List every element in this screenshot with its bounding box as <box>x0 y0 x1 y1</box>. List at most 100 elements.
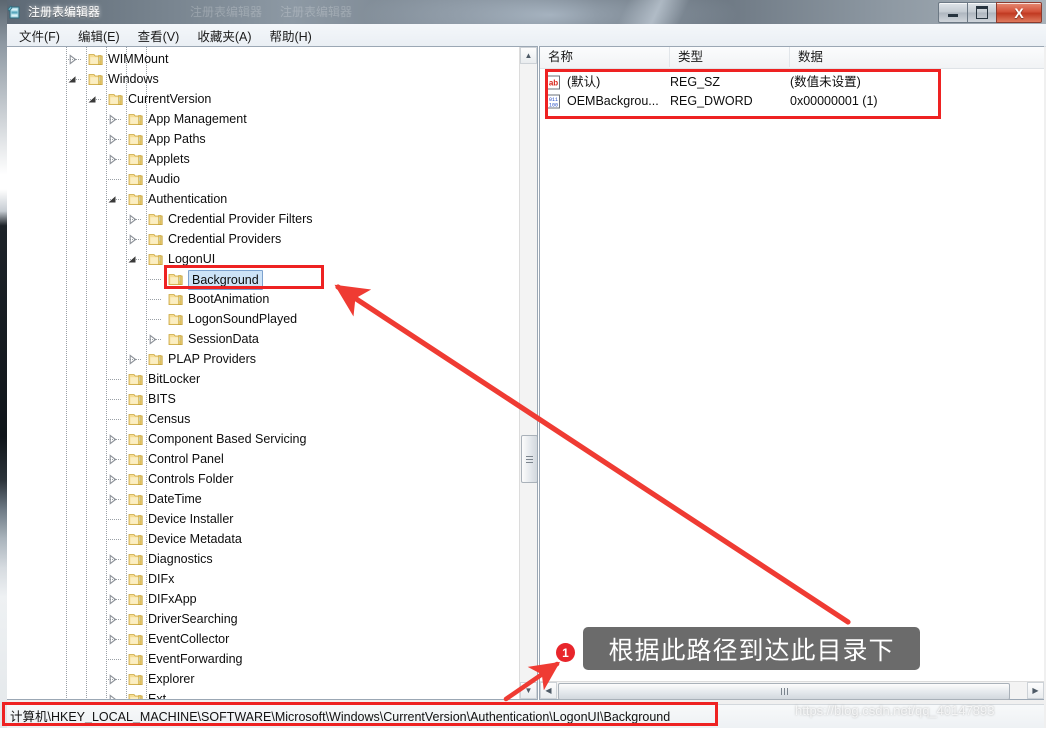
tree-item-component-based-servicing[interactable]: Component Based Servicing <box>2 429 520 449</box>
tree-scroll-thumb[interactable] <box>521 435 537 483</box>
chevron-right-icon[interactable] <box>107 154 118 165</box>
tree-item-bitlocker[interactable]: BitLocker <box>2 369 520 389</box>
chevron-right-icon[interactable] <box>127 354 138 365</box>
values-scroll-left-button[interactable]: ◀ <box>540 682 557 699</box>
menu-edit[interactable]: 编辑(E) <box>69 24 129 47</box>
tree-item-driversearching[interactable]: DriverSearching <box>2 609 520 629</box>
tree-item-authentication[interactable]: Authentication <box>2 189 520 209</box>
chevron-right-icon[interactable] <box>107 434 118 445</box>
chevron-right-icon[interactable] <box>107 694 118 699</box>
tree-vertical-scrollbar[interactable]: ▲ ▼ <box>519 47 537 699</box>
tree-item-bits[interactable]: BITS <box>2 389 520 409</box>
chevron-right-icon[interactable] <box>107 134 118 145</box>
tree-item-device-installer[interactable]: Device Installer <box>2 509 520 529</box>
tree-item-label: BootAnimation <box>188 292 270 306</box>
close-button[interactable]: X <box>996 2 1042 23</box>
tree-item-device-metadata[interactable]: Device Metadata <box>2 529 520 549</box>
tree-item-bootanimation[interactable]: BootAnimation <box>2 289 520 309</box>
chevron-right-icon[interactable] <box>127 234 138 245</box>
tree-item-audio[interactable]: Audio <box>2 169 520 189</box>
tree-item-plap-providers[interactable]: PLAP Providers <box>2 349 520 369</box>
chevron-down-icon[interactable] <box>67 74 78 85</box>
chevron-right-icon[interactable] <box>107 114 118 125</box>
tree-item-label: Control Panel <box>148 452 224 466</box>
tree-item-difx[interactable]: DIFx <box>2 569 520 589</box>
tree-item-background[interactable]: Background <box>2 269 520 290</box>
chevron-right-icon[interactable] <box>107 594 118 605</box>
maximize-button[interactable] <box>967 2 996 23</box>
tree-item-eventforwarding[interactable]: EventForwarding <box>2 649 520 669</box>
tree-item-diagnostics[interactable]: Diagnostics <box>2 549 520 569</box>
tree-item-app-paths[interactable]: App Paths <box>2 129 520 149</box>
chevron-right-icon[interactable] <box>67 54 78 65</box>
column-data[interactable]: 数据 <box>790 47 1044 67</box>
tree-item-currentversion[interactable]: CurrentVersion <box>2 89 520 109</box>
tree-item-label: DateTime <box>148 492 202 506</box>
folder-icon <box>128 192 144 206</box>
tree-connector <box>108 179 122 180</box>
tree-item-census[interactable]: Census <box>2 409 520 429</box>
folder-icon <box>128 692 144 699</box>
column-name[interactable]: 名称 <box>540 47 670 67</box>
folder-icon <box>128 172 144 186</box>
tree-item-sessiondata[interactable]: SessionData <box>2 329 520 349</box>
values-scroll-thumb[interactable] <box>558 683 1010 700</box>
folder-icon <box>148 232 164 246</box>
chevron-right-icon[interactable] <box>127 214 138 225</box>
menu-favorites[interactable]: 收藏夹(A) <box>188 24 260 47</box>
tree-item-eventcollector[interactable]: EventCollector <box>2 629 520 649</box>
tree-scroll-down-button[interactable]: ▼ <box>520 682 537 699</box>
chevron-right-icon[interactable] <box>107 454 118 465</box>
chevron-right-icon[interactable] <box>107 634 118 645</box>
registry-tree[interactable]: WIMMount Windows CurrentVersion App Managem… <box>2 47 520 699</box>
folder-icon <box>128 572 144 586</box>
values-scroll-right-button[interactable]: ▶ <box>1027 682 1044 699</box>
tree-item-controls-folder[interactable]: Controls Folder <box>2 469 520 489</box>
column-type[interactable]: 类型 <box>670 47 790 67</box>
chevron-right-icon[interactable] <box>147 334 158 345</box>
tree-item-credential-providers[interactable]: Credential Providers <box>2 229 520 249</box>
values-horizontal-scrollbar[interactable]: ◀ ▶ <box>540 681 1044 700</box>
tree-item-label: Device Metadata <box>148 532 242 546</box>
close-icon: X <box>1014 4 1024 21</box>
registry-tree-pane[interactable]: WIMMount Windows CurrentVersion App Managem… <box>2 46 538 700</box>
tree-connector <box>108 419 122 420</box>
chevron-right-icon[interactable] <box>107 494 118 505</box>
minimize-button[interactable] <box>938 2 967 23</box>
menu-help[interactable]: 帮助(H) <box>260 24 320 47</box>
chevron-right-icon[interactable] <box>107 554 118 565</box>
chevron-down-icon[interactable] <box>107 194 118 205</box>
tree-item-ext[interactable]: Ext <box>2 689 520 699</box>
tree-item-applets[interactable]: Applets <box>2 149 520 169</box>
chevron-down-icon[interactable] <box>127 254 138 265</box>
tree-item-label: CurrentVersion <box>128 92 212 106</box>
tree-item-label: PLAP Providers <box>168 352 257 366</box>
tree-item-difxapp[interactable]: DIFxApp <box>2 589 520 609</box>
menu-view[interactable]: 查看(V) <box>129 24 189 47</box>
window-frame: 文件(F) 编辑(E) 查看(V) 收藏夹(A) 帮助(H) WIMMount W… <box>0 24 1046 728</box>
tree-item-credential-provider-filters[interactable]: Credential Provider Filters <box>2 209 520 229</box>
tree-item-wimmount[interactable]: WIMMount <box>2 49 520 69</box>
tree-item-logonui[interactable]: LogonUI <box>2 249 520 269</box>
tree-item-label: Applets <box>148 152 190 166</box>
tree-item-app-management[interactable]: App Management <box>2 109 520 129</box>
chevron-right-icon[interactable] <box>107 574 118 585</box>
chevron-right-icon[interactable] <box>107 614 118 625</box>
tree-item-datetime[interactable]: DateTime <box>2 489 520 509</box>
grip-icon <box>526 455 533 463</box>
tree-item-explorer[interactable]: Explorer <box>2 669 520 689</box>
chevron-down-icon[interactable] <box>87 94 98 105</box>
tree-item-label: WIMMount <box>108 52 169 66</box>
registry-values-pane[interactable]: 名称 类型 数据 ab (默认) REG_SZ (数值未设置) 011 100 OEMBac… <box>539 46 1044 700</box>
value-row[interactable]: 011 100 OEMBackgrou... REG_DWORD 0x00000001 … <box>540 92 1044 111</box>
chevron-right-icon[interactable] <box>107 474 118 485</box>
tree-item-logonsoundplayed[interactable]: LogonSoundPlayed <box>2 309 520 329</box>
tree-item-label: Credential Providers <box>168 232 282 246</box>
menu-file[interactable]: 文件(F) <box>10 24 69 47</box>
value-row[interactable]: ab (默认) REG_SZ (数值未设置) <box>540 73 1044 92</box>
tree-connector <box>108 659 122 660</box>
tree-scroll-up-button[interactable]: ▲ <box>520 47 537 64</box>
tree-item-control-panel[interactable]: Control Panel <box>2 449 520 469</box>
chevron-right-icon[interactable] <box>107 674 118 685</box>
tree-item-windows[interactable]: Windows <box>2 69 520 89</box>
